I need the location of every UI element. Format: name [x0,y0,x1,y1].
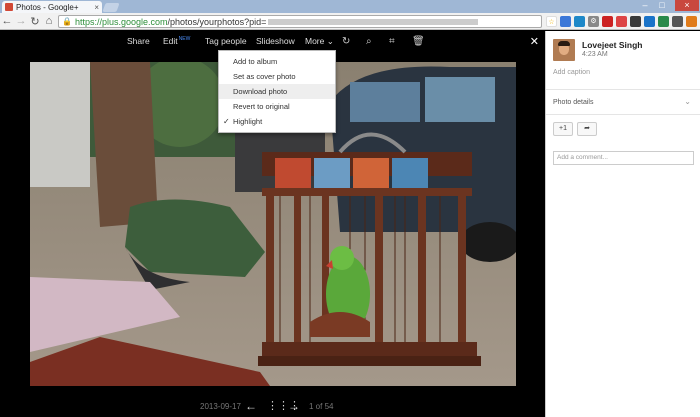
extension-icon[interactable] [616,16,627,27]
tab-title: Photos - Google+ [16,2,79,12]
menu-item-set-cover-photo[interactable]: Set as cover photo [219,69,335,84]
menu-item-label: Set as cover photo [233,72,296,81]
avatar[interactable] [553,39,575,61]
close-viewer-icon[interactable]: ✕ [530,35,539,48]
chevron-down-icon: ⌄ [326,36,334,46]
edit-button[interactable]: EditNEW [163,36,190,46]
photo-counter: 1 of 54 [309,402,334,411]
url-path: /photos/yourphotos?pid= [167,16,267,27]
previous-arrow-icon[interactable]: ← [245,399,257,413]
photo-info-panel: Lovejeet Singh 4:23 AM Add caption Photo… [545,31,700,417]
url-redacted-block [268,18,479,25]
extension-icon[interactable] [686,16,697,27]
browser-toolbar: ← → ↻ ⌂ 🔒 https://plus.google.com /photo… [0,13,700,30]
url-host: https://plus.google.com [74,16,168,27]
photo-navigation-bar: 2013-09-17 ← ⋮⋮⋮ → 1 of 54 [0,399,545,415]
address-bar[interactable]: 🔒 https://plus.google.com /photos/yourph… [58,15,542,28]
new-badge: NEW [178,36,191,42]
forward-arrow-icon[interactable]: → [14,15,28,27]
back-arrow-icon[interactable]: ← [0,15,14,27]
avatar-hair [558,41,570,46]
menu-item-label: Download photo [233,87,288,96]
crop-icon[interactable]: ⌗ [389,36,395,47]
next-arrow-icon[interactable]: → [288,399,300,413]
photo-details-toggle[interactable]: Photo details [553,99,593,106]
tag-people-button[interactable]: Tag people [205,36,247,46]
menu-item-revert-to-original[interactable]: Revert to original [219,99,335,114]
share-arrow-button[interactable]: ➦ [577,122,597,136]
zoom-icon[interactable]: ⌕ [366,36,372,47]
extension-icon[interactable] [602,16,613,27]
plus-one-button[interactable]: +1 [553,122,573,136]
edit-label: Edit [163,36,178,46]
share-button[interactable]: Share [127,36,150,46]
more-button[interactable]: More ⌄ [305,36,334,47]
comment-input[interactable]: Add a comment... [553,151,694,165]
divider [546,114,700,115]
trash-icon[interactable]: 🗑 [412,36,425,47]
menu-item-download-photo[interactable]: Download photo [219,84,335,99]
maximize-button[interactable]: □ [654,0,670,11]
menu-item-add-to-album[interactable]: Add to album [219,54,335,69]
tab-close-icon[interactable]: × [94,3,99,12]
more-label: More [305,36,325,46]
extension-icon[interactable] [658,16,669,27]
rotate-icon[interactable]: ↻ [342,36,350,47]
menu-item-label: Highlight [233,117,263,126]
minimize-button[interactable]: – [637,0,653,11]
bookmark-star-icon[interactable]: ☆ [546,16,557,27]
menu-item-label: Add to album [233,57,278,66]
checkmark-icon: ✓ [223,117,230,126]
new-tab-button[interactable] [102,3,120,12]
photo-date: 2013-09-17 [200,402,241,411]
post-time: 4:23 AM [582,51,608,58]
photo-lightbox: Share EditNEW Tag people Slideshow More … [0,31,545,417]
menu-item-label: Revert to original [233,102,290,111]
reload-icon[interactable]: ↻ [28,15,42,28]
add-caption-link[interactable]: Add caption [553,69,590,76]
extension-icon[interactable] [574,16,585,27]
extension-icon[interactable] [630,16,641,27]
home-icon[interactable]: ⌂ [42,15,56,27]
extension-icon[interactable] [644,16,655,27]
chevron-down-icon[interactable]: ⌄ [684,97,691,106]
menu-item-highlight[interactable]: ✓ Highlight [219,114,335,129]
divider [546,89,700,90]
slideshow-button[interactable]: Slideshow [256,36,295,46]
extension-icon[interactable] [672,16,683,27]
extension-icons: ☆ ⚙ ≡ [546,16,700,27]
browser-tab[interactable]: Photos - Google+ × [2,1,102,13]
user-name[interactable]: Lovejeet Singh [582,40,642,50]
browser-tab-bar: Photos - Google+ × – □ × [0,0,700,13]
extension-icon[interactable] [560,16,571,27]
window-close-button[interactable]: × [675,0,699,11]
google-plus-favicon-icon [5,3,13,11]
lock-icon: 🔒 [62,17,72,26]
gear-icon[interactable]: ⚙ [588,16,599,27]
more-dropdown-menu: Add to album Set as cover photo Download… [218,50,336,133]
